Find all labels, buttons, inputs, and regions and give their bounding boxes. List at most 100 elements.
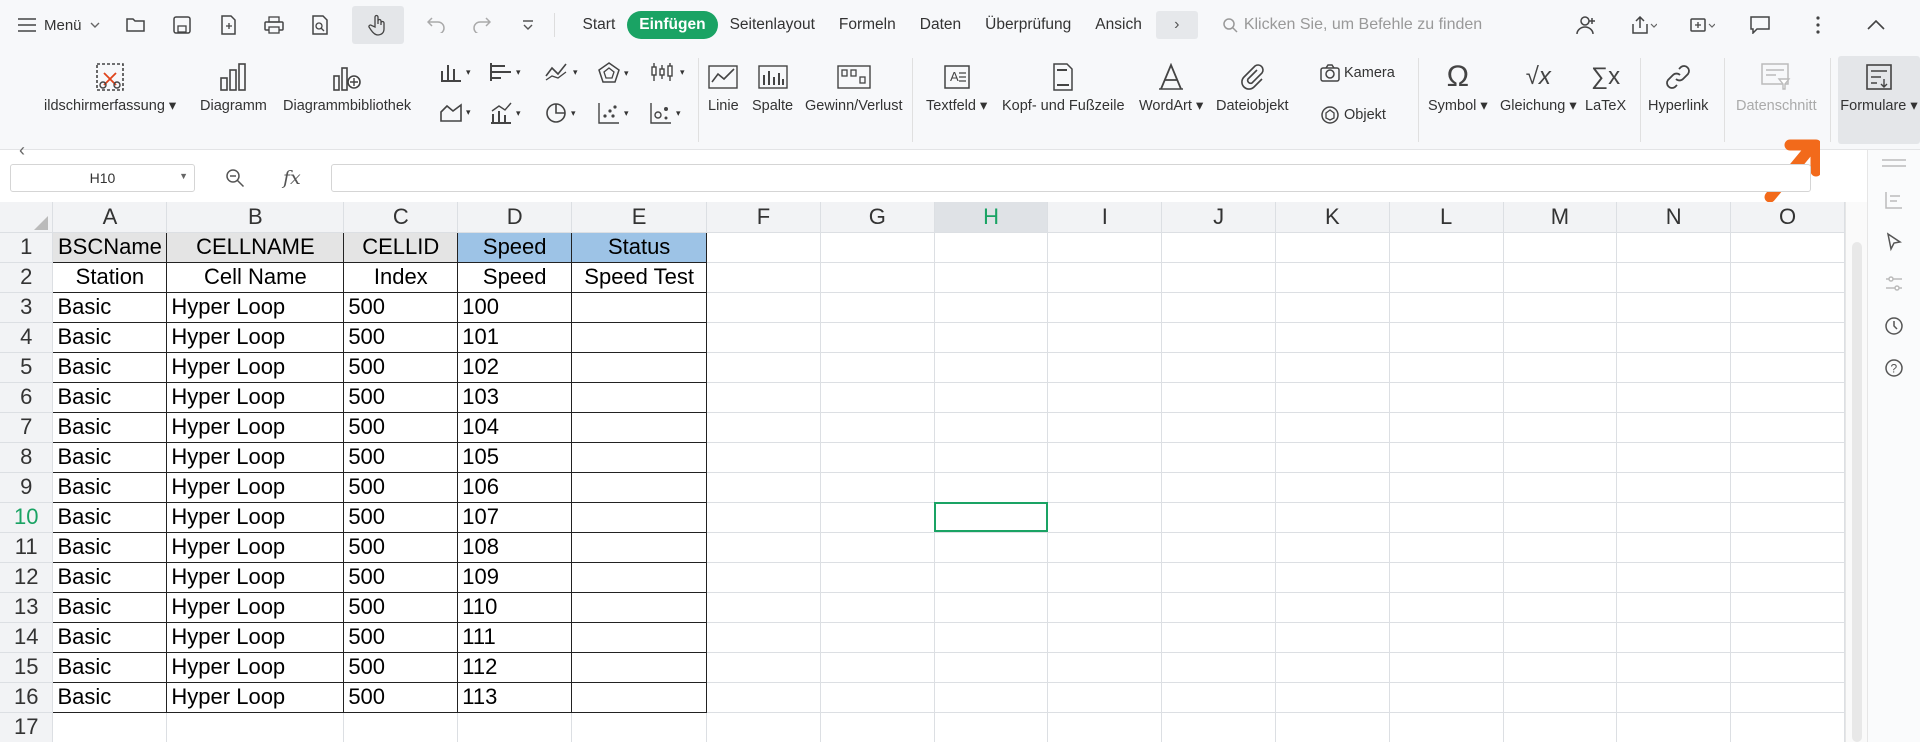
- cell-m13[interactable]: [1503, 592, 1618, 623]
- cell-f14[interactable]: [706, 622, 821, 653]
- cell-f8[interactable]: [706, 442, 821, 473]
- cell-f5[interactable]: [706, 352, 821, 383]
- cell-l17[interactable]: [1389, 712, 1504, 742]
- cell-b7[interactable]: Hyper Loop: [166, 411, 345, 443]
- cell-m6[interactable]: [1503, 382, 1618, 413]
- cell-b4[interactable]: Hyper Loop: [166, 321, 345, 353]
- cell-c5[interactable]: 500: [343, 351, 459, 383]
- cell-i9[interactable]: [1047, 472, 1163, 503]
- cell-i4[interactable]: [1047, 322, 1163, 353]
- sparkline-column-button[interactable]: Spalte: [752, 60, 793, 114]
- history-icon[interactable]: [1884, 316, 1904, 336]
- cell-j11[interactable]: [1161, 532, 1276, 563]
- cell-m12[interactable]: [1503, 562, 1618, 593]
- cell-e5[interactable]: [571, 351, 708, 383]
- cell-b3[interactable]: Hyper Loop: [166, 291, 345, 323]
- cell-k3[interactable]: [1275, 292, 1390, 323]
- name-box[interactable]: H10 ▼: [10, 164, 195, 192]
- cell-d11[interactable]: 108: [457, 531, 573, 563]
- collapse-ribbon-icon[interactable]: [1862, 11, 1890, 39]
- cell-n1[interactable]: [1616, 232, 1732, 263]
- cell-h4[interactable]: [934, 322, 1049, 353]
- cell-o14[interactable]: [1730, 622, 1845, 653]
- cell-o1[interactable]: [1730, 232, 1845, 263]
- cell-a5[interactable]: Basic: [52, 351, 168, 383]
- textbox-button[interactable]: A Textfeld ▾: [926, 60, 987, 114]
- column-header-d[interactable]: D: [457, 202, 573, 233]
- cell-n14[interactable]: [1616, 622, 1732, 653]
- cell-f17[interactable]: [706, 712, 821, 742]
- cell-e10[interactable]: [571, 501, 708, 533]
- cell-g5[interactable]: [820, 352, 935, 383]
- cell-f10[interactable]: [706, 502, 821, 533]
- cell-o2[interactable]: [1730, 262, 1845, 293]
- cell-a16[interactable]: Basic: [52, 681, 168, 713]
- cell-h15[interactable]: [934, 652, 1049, 683]
- cell-c14[interactable]: 500: [343, 621, 459, 653]
- cell-f7[interactable]: [706, 412, 821, 443]
- camera-button[interactable]: Kamera: [1320, 64, 1395, 82]
- cell-k2[interactable]: [1275, 262, 1390, 293]
- cell-o11[interactable]: [1730, 532, 1845, 563]
- cell-a4[interactable]: Basic: [52, 321, 168, 353]
- cell-a7[interactable]: Basic: [52, 411, 168, 443]
- tab-start[interactable]: Start: [571, 16, 628, 34]
- cell-m2[interactable]: [1503, 262, 1618, 293]
- cell-k8[interactable]: [1275, 442, 1390, 473]
- property-panel-icon[interactable]: [1884, 274, 1904, 294]
- column-chart-dropdown[interactable]: ▾: [440, 62, 471, 82]
- row-header[interactable]: 5: [0, 352, 54, 383]
- cell-d14[interactable]: 111: [457, 621, 573, 653]
- cell-f9[interactable]: [706, 472, 821, 503]
- cell-k10[interactable]: [1275, 502, 1390, 533]
- tab-insert[interactable]: Einfügen: [627, 11, 718, 39]
- cell-f12[interactable]: [706, 562, 821, 593]
- cell-c15[interactable]: 500: [343, 651, 459, 683]
- cell-c8[interactable]: 500: [343, 441, 459, 473]
- cell-a2[interactable]: Station: [52, 261, 168, 293]
- chart-button[interactable]: Diagramm: [200, 60, 267, 114]
- cell-k9[interactable]: [1275, 472, 1390, 503]
- cell-n10[interactable]: [1616, 502, 1732, 533]
- cell-d3[interactable]: 100: [457, 291, 573, 323]
- fx-icon[interactable]: fx: [283, 167, 301, 189]
- cell-a15[interactable]: Basic: [52, 651, 168, 683]
- latex-button[interactable]: ∑x LaTeX: [1585, 60, 1626, 114]
- cell-j17[interactable]: [1161, 712, 1276, 742]
- cell-f1[interactable]: [706, 232, 821, 263]
- row-header[interactable]: 4: [0, 322, 54, 353]
- formula-input[interactable]: [330, 164, 1811, 192]
- cell-l13[interactable]: [1389, 592, 1504, 623]
- cell-m9[interactable]: [1503, 472, 1618, 503]
- cell-m3[interactable]: [1503, 292, 1618, 323]
- cell-g10[interactable]: [820, 502, 935, 533]
- cell-h9[interactable]: [934, 472, 1049, 503]
- cell-i5[interactable]: [1047, 352, 1163, 383]
- row-header[interactable]: 16: [0, 682, 54, 713]
- print-preview-icon[interactable]: [306, 11, 334, 39]
- cell-c7[interactable]: 500: [343, 411, 459, 443]
- cell-i2[interactable]: [1047, 262, 1163, 293]
- cell-a14[interactable]: Basic: [52, 621, 168, 653]
- cell-e15[interactable]: [571, 651, 708, 683]
- sync-icon[interactable]: [1688, 11, 1716, 39]
- scatter-chart-dropdown[interactable]: ▾: [598, 102, 629, 124]
- cell-b5[interactable]: Hyper Loop: [166, 351, 345, 383]
- cell-j15[interactable]: [1161, 652, 1276, 683]
- cell-m14[interactable]: [1503, 622, 1618, 653]
- sparkline-winloss-button[interactable]: Gewinn/Verlust: [805, 60, 903, 114]
- cell-e12[interactable]: [571, 561, 708, 593]
- selected-cell-h10[interactable]: [934, 502, 1049, 533]
- cell-e8[interactable]: [571, 441, 708, 473]
- cell-l5[interactable]: [1389, 352, 1504, 383]
- cell-d10[interactable]: 107: [457, 501, 573, 533]
- column-header-a[interactable]: A: [52, 202, 168, 233]
- cell-d5[interactable]: 102: [457, 351, 573, 383]
- cell-n2[interactable]: [1616, 262, 1732, 293]
- cell-e2[interactable]: Speed Test: [571, 261, 708, 293]
- tab-review[interactable]: Überprüfung: [973, 16, 1083, 34]
- cell-m4[interactable]: [1503, 322, 1618, 353]
- column-header-b[interactable]: B: [166, 202, 345, 233]
- cell-k17[interactable]: [1275, 712, 1390, 742]
- cell-k7[interactable]: [1275, 412, 1390, 443]
